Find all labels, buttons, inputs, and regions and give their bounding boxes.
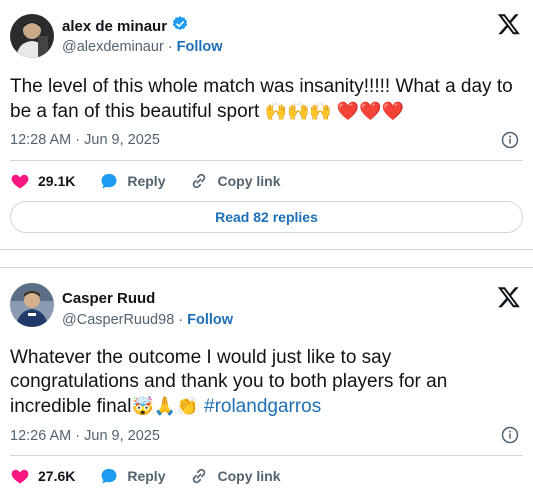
tweet-emojis: 🙌🙌🙌 ❤️❤️❤️ — [264, 101, 405, 121]
divider — [10, 160, 523, 161]
handle-row: @CasperRuud98 · Follow — [62, 312, 233, 328]
tweet-card-ruud[interactable]: Casper Ruud @CasperRuud98 · Follow Whate… — [0, 267, 533, 493]
like-count: 29.1K — [38, 173, 76, 189]
hashtag-link[interactable]: #rolandgarros — [204, 396, 321, 417]
timestamp[interactable]: 12:26 AM · Jun 9, 2025 — [10, 428, 160, 444]
tweet-text-content: The level of this whole match was insani… — [10, 76, 513, 122]
follow-button[interactable]: Follow — [187, 312, 233, 328]
follow-button[interactable]: Follow — [177, 39, 223, 55]
x-logo-icon[interactable] — [497, 285, 521, 309]
reply-button[interactable]: Reply — [99, 466, 165, 486]
action-bar: 27.6K Reply Copy link — [10, 466, 305, 486]
author-handle[interactable]: @CasperRuud98 — [62, 312, 174, 328]
copy-link-label: Copy link — [217, 173, 281, 189]
reply-bubble-icon — [101, 173, 117, 189]
heart-icon — [11, 174, 29, 189]
timestamp[interactable]: 12:28 AM · Jun 9, 2025 — [10, 132, 160, 148]
reply-label: Reply — [127, 468, 166, 484]
separator-dot: · — [178, 312, 184, 328]
avatar[interactable] — [10, 14, 54, 58]
like-button[interactable]: 29.1K — [10, 171, 75, 191]
handle-row: @alexdeminaur · Follow — [62, 39, 223, 55]
link-icon — [193, 468, 206, 484]
tweet-text: Whatever the outcome I would just like t… — [10, 346, 525, 419]
heart-icon — [11, 469, 29, 484]
x-logo-icon[interactable] — [497, 12, 521, 36]
verified-badge-icon — [171, 15, 189, 38]
tweet-card-deminaur[interactable]: alex de minaur @alexdeminaur · Follow Th… — [0, 0, 533, 250]
like-button[interactable]: 27.6K — [10, 466, 75, 486]
info-icon[interactable] — [501, 131, 519, 149]
action-bar: 29.1K Reply Copy link — [10, 171, 305, 191]
copy-link-button[interactable]: Copy link — [189, 466, 281, 486]
reply-button[interactable]: Reply — [99, 171, 165, 191]
link-icon — [193, 173, 206, 189]
tweet-emojis: 🤯🙏👏 — [131, 396, 199, 416]
tweet-text: The level of this whole match was insani… — [10, 75, 525, 124]
copy-link-button[interactable]: Copy link — [189, 171, 281, 191]
author-handle[interactable]: @alexdeminaur — [62, 39, 164, 55]
tweet-embed-page: alex de minaur @alexdeminaur · Follow Th… — [0, 0, 533, 493]
author-name[interactable]: alex de minaur — [62, 18, 167, 35]
like-count: 27.6K — [38, 468, 76, 484]
read-replies-button[interactable]: Read 82 replies — [10, 201, 523, 233]
author-row: alex de minaur — [62, 15, 189, 38]
author-name[interactable]: Casper Ruud — [62, 290, 155, 307]
info-icon[interactable] — [501, 426, 519, 444]
author-row: Casper Ruud — [62, 290, 155, 307]
avatar[interactable] — [10, 283, 54, 327]
reply-label: Reply — [127, 173, 166, 189]
separator-dot: · — [167, 39, 173, 55]
copy-link-label: Copy link — [217, 468, 281, 484]
divider — [10, 455, 523, 456]
reply-bubble-icon — [101, 468, 117, 484]
